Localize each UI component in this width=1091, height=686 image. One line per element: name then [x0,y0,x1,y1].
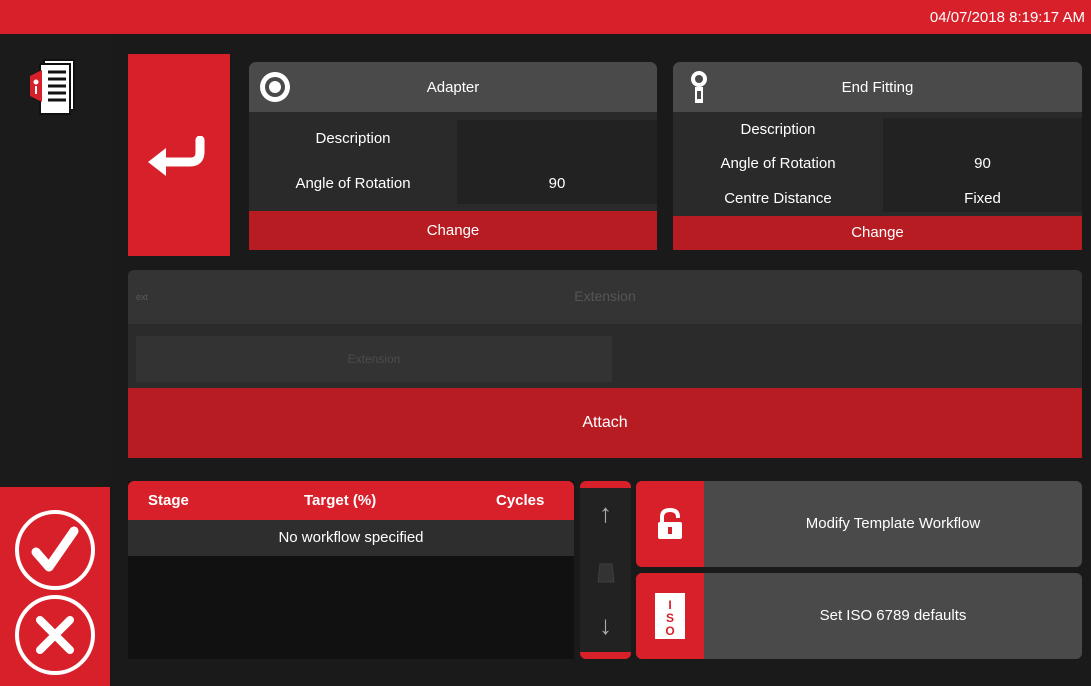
workflow-scrollbar[interactable]: ↑ ↓ [580,481,631,659]
check-circle-icon[interactable] [12,507,98,593]
back-button[interactable] [128,54,230,256]
extension-panel: ext Extension Extension [128,270,1082,388]
column-header-cycles: Cycles [496,492,545,509]
end-fitting-angle-label: Angle of Rotation [720,155,836,172]
adapter-title: Adapter [426,79,480,96]
end-fitting-title: End Fitting [841,79,914,96]
adapter-change-button[interactable]: Change [249,211,657,250]
scroll-down-arrow-icon[interactable]: ↓ [580,610,631,641]
adapter-header: Adapter [249,62,657,112]
x-circle-icon[interactable] [12,592,98,678]
extension-title: Extension [574,288,636,304]
document-icon[interactable] [28,56,84,116]
column-header-target: Target (%) [304,492,377,509]
workflow-table: Stage Target (%) Cycles No workflow spec… [128,481,574,659]
end-fitting-angle-value: 90 [974,155,991,172]
adapter-panel: Adapter Description Angle of Rotation 90… [249,62,657,250]
set-iso-defaults-button[interactable]: I S O Set ISO 6789 defaults [636,573,1082,659]
extension-header: ext Extension [128,270,1082,324]
scroll-thumb-icon[interactable] [596,562,616,584]
left-action-strip [0,487,110,686]
adapter-description-label: Description [315,130,391,147]
extension-field-text: Extension [347,352,401,366]
end-fitting-centre-label: Centre Distance [724,190,832,207]
end-fitting-centre-value: Fixed [964,190,1001,207]
adapter-angle-value: 90 [548,175,566,192]
attach-label: Attach [582,414,628,431]
extension-field: Extension [136,336,612,382]
empty-workflow-text: No workflow specified [278,529,424,546]
set-iso-defaults-label: Set ISO 6789 defaults [819,607,967,624]
attach-button[interactable]: Attach [128,388,1082,458]
end-fitting-description-label: Description [740,121,816,138]
scroll-up-arrow-icon[interactable]: ↑ [580,498,631,529]
end-fitting-change-button[interactable]: Change [673,216,1082,250]
svg-text:O: O [665,624,674,638]
datetime-display: 04/07/2018 8:19:17 AM [929,9,1085,26]
column-header-stage: Stage [148,492,189,509]
svg-text:S: S [666,611,674,625]
unlock-icon [636,481,704,567]
back-arrow-icon [148,136,205,176]
modify-template-workflow-label: Modify Template Workflow [805,515,981,532]
modify-template-workflow-button[interactable]: Modify Template Workflow [636,481,1082,567]
end-fitting-header: End Fitting [673,62,1082,112]
iso-icon: I S O [636,573,704,659]
svg-text:I: I [668,598,671,612]
end-fitting-panel: End Fitting Description Angle of Rotatio… [673,62,1082,250]
adapter-angle-label: Angle of Rotation [295,175,411,192]
table-row[interactable]: No workflow specified [128,520,574,556]
top-bar: 04/07/2018 8:19:17 AM [0,0,1091,34]
workflow-table-header: Stage Target (%) Cycles [128,481,574,520]
